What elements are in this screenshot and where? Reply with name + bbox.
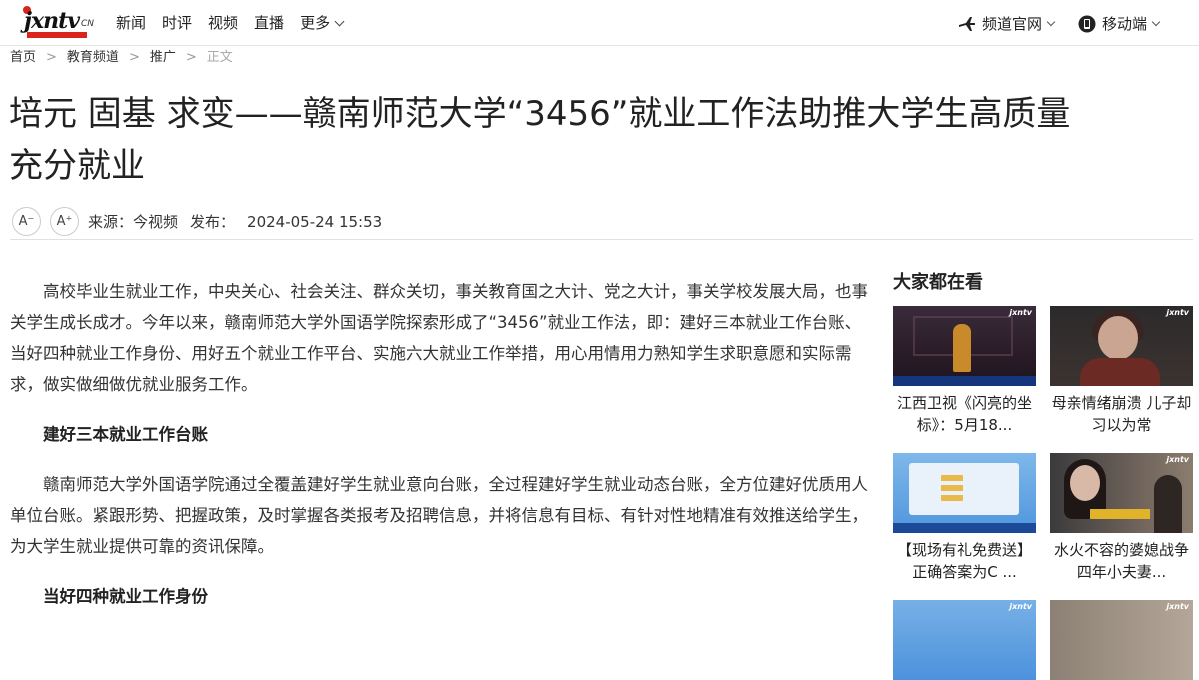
recommended-card[interactable]: jxntv 母亲情绪崩溃 儿子却习以为常 [1050,306,1193,436]
logo-underbar [27,32,87,38]
thumbnail-option [941,495,963,501]
font-decrease-button[interactable]: A⁻ [12,207,41,236]
breadcrumb: 首页 > 教育频道 > 推广 > 正文 [10,49,233,67]
chevron-down-icon [1046,17,1056,26]
thumbnail-caption-bar [893,376,1036,386]
mobile-link[interactable]: 移动端 [1078,13,1161,34]
nav-item-news[interactable]: 新闻 [116,13,146,33]
top-navigation-bar: jxntv CN 新闻 时评 视频 直播 更多 频道官网 移动端 [0,0,1199,46]
logo-suffix: CN [81,19,95,29]
recommended-caption: 母亲情绪崩溃 儿子却习以为常 [1051,394,1192,434]
breadcrumb-separator: > [185,50,197,65]
thumbnail-banner [1090,509,1150,519]
article-title: 培元 固基 求变——赣南师范大学“3456”就业工作法助推大学生高质量 充分就业 [9,88,1189,192]
thumbnail-body [1080,358,1160,386]
thumbnail-panel [909,463,1019,515]
watermark: jxntv [1166,602,1189,611]
breadcrumb-education[interactable]: 教育频道 [67,49,119,67]
article-paragraph: 赣南师范大学外国语学院通过全覆盖建好学生就业意向台账，全过程建好学生就业动态台账… [10,475,868,556]
chevron-down-icon [1151,17,1161,26]
thumbnail-face [1070,465,1100,501]
mobile-label: 移动端 [1101,15,1147,33]
published-time: 2024-05-24 15:53 [247,212,383,231]
watermark: jxntv [1166,455,1189,464]
thumbnail-caption-bar [893,523,1036,533]
recommended-card[interactable]: jxntv [893,600,1036,680]
nav-item-commentary[interactable]: 时评 [162,13,192,33]
sidebar-title: 大家都在看 [893,272,983,293]
main-nav: 新闻 时评 视频 直播 更多 [116,13,343,33]
channel-site-link[interactable]: 频道官网 [958,13,1056,34]
recommended-card[interactable]: 【现场有礼免费送】正确答案为C ... [893,453,1036,583]
article-meta: A⁻ A⁺ 来源：今视频 发布： 2024-05-24 15:53 [12,207,382,236]
thumbnail-option [941,485,963,491]
recommended-card[interactable]: jxntv 江西卫视《闪亮的坐标》：5月18... [893,306,1036,436]
recommended-caption: 【现场有礼免费送】正确答案为C ... [896,541,1032,581]
article-body: 高校毕业生就业工作，中央关心、社会关注、群众关切，事关教育国之大计、党之大计，事… [10,276,875,631]
channel-site-label: 频道官网 [981,15,1042,33]
font-increase-button[interactable]: A⁺ [50,207,79,236]
recommended-thumbnail: jxntv [1050,453,1193,533]
thumbnail-figure [953,324,971,372]
recommended-caption: 江西卫视《闪亮的坐标》：5月18... [896,394,1032,434]
recommended-thumbnail: jxntv [893,306,1036,386]
article-title-line1: 培元 固基 求变——赣南师范大学“3456”就业工作法助推大学生高质量 [9,94,1071,134]
recommended-card[interactable]: jxntv 水火不容的婆媳战争 四年小夫妻... [1050,453,1193,583]
breadcrumb-home[interactable]: 首页 [10,49,36,67]
site-logo[interactable]: jxntv CN [23,6,96,38]
phone-icon [1078,15,1096,32]
right-nav: 频道官网 移动端 [958,13,1161,34]
article-source: 来源：今视频 [88,213,179,231]
breadcrumb-separator: > [128,50,140,65]
breadcrumb-separator: > [46,50,57,65]
recommended-thumbnail: jxntv [893,600,1036,680]
breadcrumb-promotion[interactable]: 推广 [150,49,176,67]
nav-item-more[interactable]: 更多 [300,13,343,33]
thumbnail-face [1098,316,1138,360]
article-subheading: 当好四种就业工作身份 [43,587,208,606]
nav-item-video[interactable]: 视频 [208,13,238,33]
plane-icon [958,16,975,31]
recommended-card[interactable]: jxntv [1050,600,1193,680]
logo-text: jxntv [24,8,80,34]
thumbnail-figure [1154,475,1182,533]
recommended-thumbnail: jxntv [1050,306,1193,386]
watermark: jxntv [1166,308,1189,317]
meta-divider [10,239,1193,240]
article-paragraph: 高校毕业生就业工作，中央关心、社会关注、群众关切，事关教育国之大计、党之大计，事… [10,282,868,394]
recommended-thumbnail: jxntv [1050,600,1193,680]
article-title-line2: 充分就业 [9,146,145,186]
breadcrumb-current: 正文 [206,50,233,65]
recommended-caption: 水火不容的婆媳战争 四年小夫妻... [1053,541,1189,581]
thumbnail-option [941,475,963,481]
recommended-thumbnail [893,453,1036,533]
article-subheading: 建好三本就业工作台账 [43,425,208,444]
watermark: jxntv [1009,308,1032,317]
watermark: jxntv [1009,602,1032,611]
published-label: 发布： [190,213,236,231]
nav-item-live[interactable]: 直播 [254,13,284,33]
